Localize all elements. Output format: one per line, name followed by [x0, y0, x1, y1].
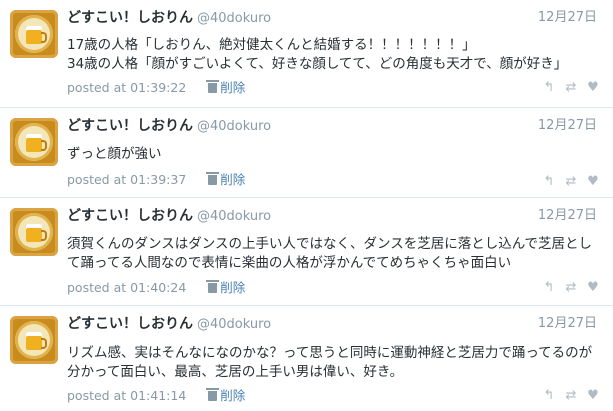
tweet-item: どすこい！しおりん @40dokuro 12月27日 須賀くんのダンスはダンスの上…	[0, 198, 613, 306]
avatar[interactable]	[10, 208, 58, 256]
tweet-text: ずっと顔が強い	[67, 146, 162, 162]
tweet-header: どすこい！しおりん @40dokuro 12月27日	[67, 117, 597, 135]
tweet-date[interactable]: 12月27日	[538, 207, 597, 225]
trash-icon	[206, 388, 220, 401]
heart-icon[interactable]: ♥	[583, 80, 603, 95]
tweet-meta: posted at 01:41:14 削除	[67, 388, 245, 404]
delete-label: 削除	[220, 280, 246, 295]
trash-icon	[206, 80, 220, 93]
tweet-date[interactable]: 12月27日	[538, 9, 597, 27]
tweet-header: どすこい！しおりん @40dokuro 12月27日	[67, 315, 597, 333]
tweet-meta: posted at 01:39:22 削除	[67, 80, 245, 96]
author-name[interactable]: どすこい！しおりん	[67, 118, 193, 134]
tweet-item: どすこい！しおりん @40dokuro 12月27日 17歳の人格「しおりん、絶対…	[0, 0, 613, 108]
tweet-header: どすこい！しおりん @40dokuro 12月27日	[67, 207, 597, 225]
tweet-actions: ↰ ⇄ ♥	[533, 174, 603, 190]
author-handle[interactable]: @40dokuro	[197, 11, 271, 26]
tweet-meta: posted at 01:39:37 削除	[67, 172, 245, 188]
heart-icon[interactable]: ♥	[583, 388, 603, 403]
author-name[interactable]: どすこい！しおりん	[67, 208, 193, 224]
author-handle[interactable]: @40dokuro	[197, 209, 271, 224]
tweet-actions: ↰ ⇄ ♥	[533, 80, 603, 96]
avatar[interactable]	[10, 316, 58, 364]
delete-label: 削除	[220, 388, 246, 403]
delete-label: 削除	[220, 80, 246, 95]
tweet-item: どすこい！しおりん @40dokuro 12月27日 ずっと顔が強い posted…	[0, 108, 613, 198]
author-handle[interactable]: @40dokuro	[197, 119, 271, 134]
posted-time: posted at 01:39:37	[67, 172, 187, 187]
avatar[interactable]	[10, 10, 58, 58]
reply-icon[interactable]: ↰	[539, 388, 559, 403]
tweet-text: 須賀くんのダンスはダンスの上手い人ではなく、ダンスを芝居に落とし込んで芝居として…	[67, 236, 593, 271]
delete-label: 削除	[220, 172, 246, 187]
author-name[interactable]: どすこい！しおりん	[67, 316, 193, 332]
trash-icon	[206, 280, 220, 293]
tweet-actions: ↰ ⇄ ♥	[533, 388, 603, 404]
retweet-icon[interactable]: ⇄	[561, 280, 581, 295]
retweet-icon[interactable]: ⇄	[561, 388, 581, 403]
author-name[interactable]: どすこい！しおりん	[67, 10, 193, 26]
reply-icon[interactable]: ↰	[539, 80, 559, 95]
retweet-icon[interactable]: ⇄	[561, 80, 581, 95]
retweet-icon[interactable]: ⇄	[561, 174, 581, 189]
trash-icon	[206, 172, 220, 185]
heart-icon[interactable]: ♥	[583, 280, 603, 295]
delete-button[interactable]: 削除	[206, 80, 246, 95]
delete-button[interactable]: 削除	[206, 280, 246, 295]
tweet-feed: どすこい！しおりん @40dokuro 12月27日 17歳の人格「しおりん、絶対…	[0, 0, 613, 411]
tweet-text: 17歳の人格「しおりん、絶対健太くんと結婚する！！！！！！！」 34歳の人格「顔…	[67, 37, 568, 72]
tweet-text: リズム感、実はそんなになのかな？って思うと同時に運動神経と芝居力で踊ってるのが分…	[67, 345, 593, 380]
avatar[interactable]	[10, 118, 58, 166]
delete-button[interactable]: 削除	[206, 388, 246, 403]
tweet-item: どすこい！しおりん @40dokuro 12月27日 リズム感、実はそんなになのか…	[0, 306, 613, 411]
author-handle[interactable]: @40dokuro	[197, 317, 271, 332]
delete-button[interactable]: 削除	[206, 172, 246, 187]
tweet-date[interactable]: 12月27日	[538, 117, 597, 135]
posted-time: posted at 01:41:14	[67, 388, 187, 403]
posted-time: posted at 01:39:22	[67, 80, 187, 95]
tweet-meta: posted at 01:40:24 削除	[67, 280, 245, 296]
posted-time: posted at 01:40:24	[67, 280, 187, 295]
tweet-header: どすこい！しおりん @40dokuro 12月27日	[67, 9, 597, 27]
reply-icon[interactable]: ↰	[539, 174, 559, 189]
reply-icon[interactable]: ↰	[539, 280, 559, 295]
tweet-date[interactable]: 12月27日	[538, 315, 597, 333]
heart-icon[interactable]: ♥	[583, 174, 603, 189]
tweet-actions: ↰ ⇄ ♥	[533, 280, 603, 296]
